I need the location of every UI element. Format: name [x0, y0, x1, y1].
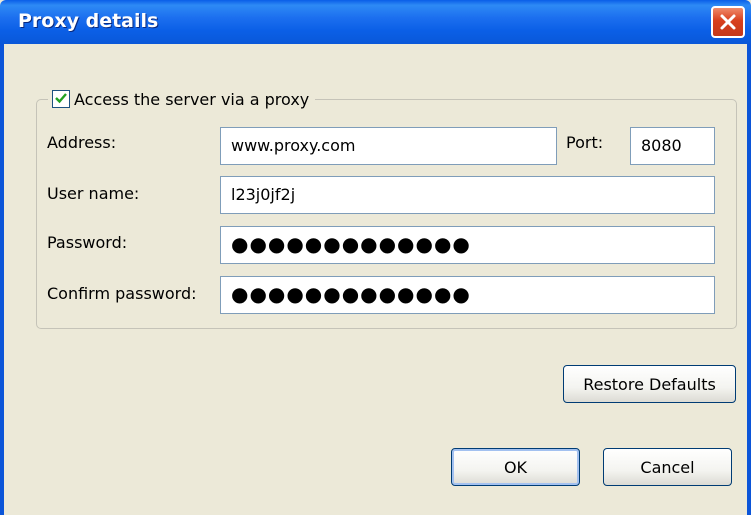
window-title: Proxy details [18, 10, 159, 32]
address-label: Address: [47, 133, 117, 152]
proxy-checkbox[interactable] [52, 90, 70, 108]
window-frame-right [747, 44, 751, 515]
port-label: Port: [566, 133, 604, 152]
password-field[interactable]: ●●●●●●●●●●●●● [220, 226, 715, 264]
confirm-password-label: Confirm password: [47, 284, 197, 303]
close-button[interactable] [711, 6, 745, 38]
username-label: User name: [47, 184, 140, 203]
proxy-toggle[interactable]: Access the server via a proxy [48, 86, 316, 112]
close-icon [719, 13, 737, 31]
password-label: Password: [47, 233, 128, 252]
username-field[interactable]: l23j0jf2j [220, 176, 715, 214]
cancel-button[interactable]: Cancel [603, 448, 732, 486]
ok-button[interactable]: OK [451, 448, 580, 486]
title-bar[interactable]: Proxy details [0, 0, 751, 44]
window-frame-left [0, 44, 4, 515]
confirm-password-field[interactable]: ●●●●●●●●●●●●● [220, 276, 715, 314]
proxy-checkbox-label[interactable]: Access the server via a proxy [74, 90, 309, 109]
proxy-details-dialog: Proxy details Access the server via a pr… [0, 0, 751, 515]
restore-defaults-button[interactable]: Restore Defaults [563, 365, 736, 403]
checkmark-icon [54, 90, 68, 109]
port-field[interactable]: 8080 [630, 127, 715, 165]
address-field[interactable]: www.proxy.com [220, 127, 557, 165]
